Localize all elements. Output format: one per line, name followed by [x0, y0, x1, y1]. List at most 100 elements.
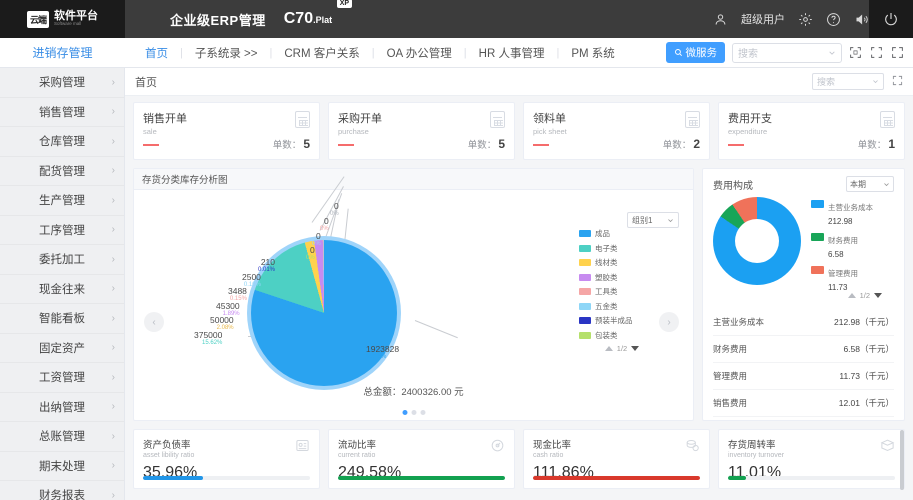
content-tab-home[interactable]: 首页	[135, 74, 157, 90]
page-scrollbar[interactable]	[900, 430, 904, 490]
power-icon[interactable]	[869, 0, 913, 38]
sidebar-item-fixed-assets[interactable]: 固定资产 ›	[0, 334, 124, 363]
version-suffix: .Plat	[313, 15, 333, 25]
property-icon	[295, 438, 310, 453]
sidebar-item-cash[interactable]: 现金往来 ›	[0, 275, 124, 304]
microservice-button[interactable]: 微服务	[665, 42, 725, 63]
legend-page-down-icon[interactable]	[631, 346, 640, 351]
legend-item[interactable]: 工具类	[579, 286, 665, 297]
legend-page-up-icon[interactable]	[847, 293, 856, 298]
sidebar-item-sales[interactable]: 销售管理 ›	[0, 98, 124, 127]
kpi-card-pick-sheet[interactable]: 领料单 pick sheet 单数： 2	[523, 102, 710, 160]
carousel-dot[interactable]	[411, 410, 416, 415]
chevron-right-icon: ›	[111, 342, 115, 354]
inventory-chart-body: 组别1 ‹ › 0 0% 0 0% 0 0% 0 0% 210 0.01% 25…	[134, 176, 693, 422]
list-item[interactable]: 管理费用 11.73（千元）	[713, 363, 894, 390]
chevron-right-icon: ›	[111, 76, 115, 88]
list-item[interactable]: 主营业务成本 212.98（千元）	[713, 309, 894, 336]
sidebar-item-process[interactable]: 工序管理 ›	[0, 216, 124, 245]
kpi-card-expenditure[interactable]: 费用开支 expenditure 单数： 1	[718, 102, 905, 160]
sidebar-item-period-end[interactable]: 期末处理 ›	[0, 452, 124, 481]
sidebar-item-dashboard[interactable]: 智能看板 ›	[0, 304, 124, 334]
list-item[interactable]: 销售费用 12.01（千元）	[713, 390, 894, 417]
content-area: 首页 搜索 销售开单 sale 单数： 5 采购开单 purchase 单数： …	[125, 68, 913, 500]
nav-item-hr[interactable]: HR 人事管理	[467, 45, 557, 61]
nav-items: 首页 | 子系统录 >> | CRM 客户关系 | OA 办公管理 | HR 人…	[125, 45, 666, 61]
fullscreen-icon[interactable]	[870, 46, 884, 60]
sidebar-item-payroll[interactable]: 工资管理 ›	[0, 363, 124, 393]
legend-label: 预装半成品	[595, 316, 633, 325]
legend-item[interactable]: 管理费用 11.73	[811, 265, 873, 293]
sidebar-item-distribution[interactable]: 配货管理 ›	[0, 157, 124, 186]
kpi-count-label: 单数：	[272, 140, 302, 151]
kpi-card-purchase[interactable]: 采购开单 purchase 单数： 5	[328, 102, 515, 160]
maximize-icon[interactable]	[891, 46, 905, 60]
legend-item[interactable]: 电子类	[579, 243, 665, 254]
legend-page-down-icon[interactable]	[874, 293, 882, 298]
pie-chart[interactable]	[229, 218, 419, 393]
kpi-card-sale[interactable]: 销售开单 sale 单数： 5	[133, 102, 320, 160]
chevron-down-icon	[829, 51, 835, 55]
expand-icon[interactable]	[849, 46, 863, 60]
series-select[interactable]: 组别1	[627, 212, 679, 228]
list-item[interactable]: 财务费用 6.58（千元）	[713, 336, 894, 363]
expense-period-select[interactable]: 本期	[846, 176, 894, 192]
sidebar-item-financial-report[interactable]: 财务报表 ›	[0, 481, 124, 500]
expense-donut-chart[interactable]	[713, 197, 801, 285]
subbar-search-placeholder: 搜索	[817, 77, 836, 87]
carousel-dot[interactable]	[420, 410, 425, 415]
ratio-subtitle: cash ratio	[533, 452, 564, 459]
subbar-search-select[interactable]: 搜索	[812, 73, 884, 90]
pie-label: 3488 0.15%	[228, 287, 247, 302]
ratio-card-cash[interactable]: 现金比率 cash ratio 111.86%	[523, 429, 710, 489]
current-user[interactable]: 超级用户	[741, 11, 785, 27]
legend-label: 塑胶类	[595, 272, 618, 282]
sidebar-item-outsourcing[interactable]: 委托加工 ›	[0, 245, 124, 275]
subbar-fullscreen-icon[interactable]	[892, 75, 903, 89]
kpi-subtitle: purchase	[338, 127, 369, 136]
legend-page-up-icon[interactable]	[604, 346, 613, 351]
user-icon[interactable]	[713, 12, 728, 27]
nav-item-subsystem[interactable]: 子系统录 >>	[183, 45, 270, 61]
help-icon[interactable]	[826, 12, 841, 27]
prev-chart-button[interactable]: ‹	[144, 312, 164, 332]
sidebar-item-production[interactable]: 生产管理 ›	[0, 186, 124, 216]
ratio-card-asset-liability[interactable]: 资产负债率 asset libility ratio 35.96%	[133, 429, 320, 489]
app-logo[interactable]: 云端 软件平台 Software mall	[0, 0, 125, 38]
legend-item[interactable]: 主营业务成本 212.98	[811, 199, 873, 227]
nav-search-select[interactable]: 搜索	[732, 42, 842, 63]
kpi-title: 采购开单	[338, 113, 382, 125]
nav-item-pm[interactable]: PM 系统	[559, 45, 626, 61]
legend-item[interactable]: 线材类	[579, 257, 665, 268]
legend-item[interactable]: 包装类	[579, 330, 665, 341]
sidebar-item-ledger[interactable]: 总账管理 ›	[0, 422, 124, 452]
erp-dashboard: 云端 软件平台 Software mall 企业级ERP管理 C70.Plat …	[0, 0, 913, 500]
carousel-dot-active[interactable]	[402, 410, 407, 415]
kpi-subtitle: sale	[143, 127, 157, 136]
module-title[interactable]: 进销存管理	[0, 44, 125, 61]
expense-name: 管理费用	[713, 371, 748, 381]
legend-item[interactable]: 五金类	[579, 301, 665, 312]
pie-label-pct: 0%	[320, 225, 329, 232]
sound-icon[interactable]	[854, 12, 869, 27]
legend-page-indicator: 1/2	[859, 291, 870, 300]
sidebar-item-warehouse[interactable]: 仓库管理 ›	[0, 127, 124, 157]
sidebar-label: 工序管理	[39, 224, 85, 237]
legend-item[interactable]: 财务费用 6.58	[811, 232, 873, 260]
pie-label-value: 0	[309, 245, 315, 255]
sidebar-label: 期末处理	[39, 460, 85, 473]
legend-item[interactable]: 成品	[579, 228, 665, 239]
kpi-divider	[143, 144, 159, 146]
search-icon	[674, 49, 682, 57]
legend-item[interactable]: 预装半成品	[579, 315, 665, 326]
nav-item-home[interactable]: 首页	[133, 45, 180, 61]
gear-icon[interactable]	[798, 12, 813, 27]
nav-item-oa[interactable]: OA 办公管理	[375, 45, 464, 61]
nav-item-crm[interactable]: CRM 客户关系	[272, 45, 371, 61]
ratio-card-current[interactable]: 流动比率 current ratio 249.58%	[328, 429, 515, 489]
legend-item[interactable]: 塑胶类	[579, 272, 665, 283]
sidebar-item-purchase[interactable]: 采购管理 ›	[0, 68, 124, 98]
sidebar-item-cashier[interactable]: 出纳管理 ›	[0, 393, 124, 422]
ratio-card-inventory-turnover[interactable]: 存货周转率 inventory turnover 11.01%	[718, 429, 905, 490]
sidebar-label: 智能看板	[39, 313, 85, 326]
